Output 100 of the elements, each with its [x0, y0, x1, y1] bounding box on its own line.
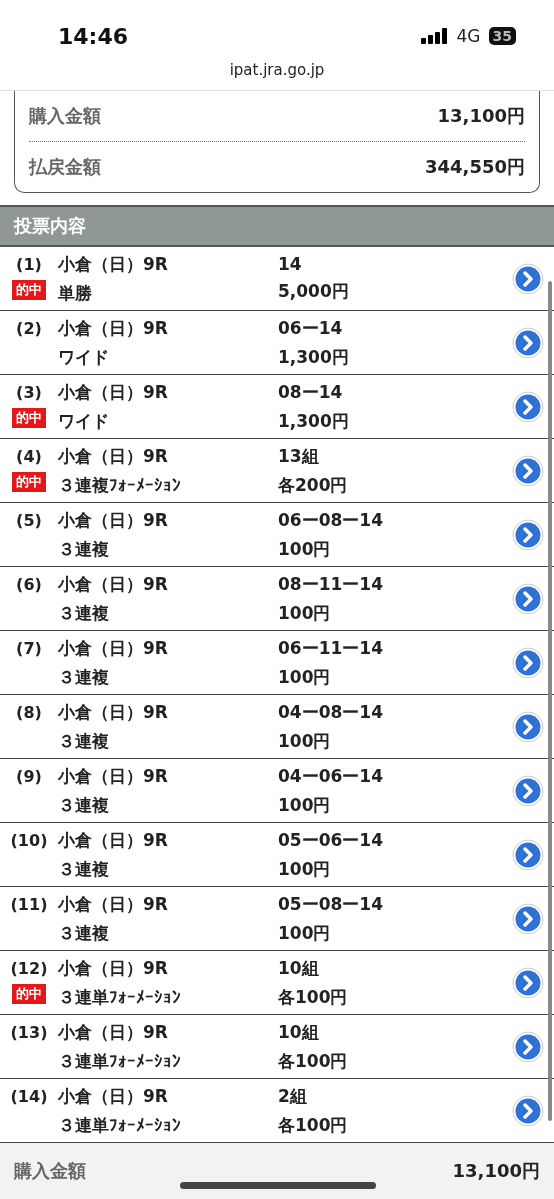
summary-label: 購入金額	[29, 104, 101, 128]
race-name: 小倉（日）9R	[58, 572, 169, 596]
race-name: 小倉（日）9R	[58, 316, 169, 340]
hit-badge: 的中	[12, 983, 46, 1004]
summary-value: 344,550円	[425, 155, 525, 179]
race-name: 小倉（日）9R	[58, 1084, 169, 1108]
signal-icon	[420, 28, 449, 44]
chevron-icon[interactable]	[512, 454, 544, 487]
bet-amount: 100円	[278, 729, 332, 753]
bet-number: (4)	[16, 446, 42, 466]
bet-numbers: 08ー14	[278, 380, 344, 404]
bet-number: (6)	[16, 574, 42, 594]
hit-badge: 的中	[12, 471, 46, 492]
bet-type: ３連単ﾌｫｰﾒｰｼｮﾝ	[58, 1113, 182, 1137]
race-name: 小倉（日）9R	[58, 1020, 169, 1044]
bet-amount: 各100円	[278, 985, 349, 1009]
chevron-icon[interactable]	[512, 710, 544, 743]
bet-number: (11)	[10, 894, 48, 914]
bet-amount: 100円	[278, 857, 332, 881]
bet-type: ３連単ﾌｫｰﾒｰｼｮﾝ	[58, 985, 182, 1009]
bet-number: (1)	[16, 254, 42, 274]
url-text[interactable]: ipat.jra.go.jp	[0, 58, 554, 91]
chevron-icon[interactable]	[512, 774, 544, 807]
race-name: 小倉（日）9R	[58, 636, 169, 660]
chevron-icon[interactable]	[512, 262, 544, 295]
race-name: 小倉（日）9R	[58, 444, 169, 468]
bet-amount: 100円	[278, 793, 332, 817]
bet-numbers: 06ー14	[278, 316, 344, 340]
bet-amount: 5,000円	[278, 280, 350, 303]
bet-number: (5)	[16, 510, 42, 530]
bet-number: (7)	[16, 638, 42, 658]
bet-number: (8)	[16, 702, 42, 722]
hit-badge: 的中	[12, 279, 46, 300]
bet-number: (9)	[16, 766, 42, 786]
chevron-icon[interactable]	[512, 646, 544, 679]
chevron-icon[interactable]	[512, 390, 544, 423]
bet-type: ３連単ﾌｫｰﾒｰｼｮﾝ	[58, 1049, 182, 1073]
bet-type: ワイド	[58, 409, 110, 433]
bet-number: (14)	[10, 1086, 48, 1106]
bet-type: ワイド	[58, 345, 110, 369]
race-name: 小倉（日）9R	[58, 892, 169, 916]
race-name: 小倉（日）9R	[58, 764, 169, 788]
battery-level: 35	[488, 27, 516, 45]
bet-numbers: 10組	[278, 956, 320, 980]
bet-numbers: 05ー06ー14	[278, 828, 384, 852]
summary-label: 払戻金額	[29, 155, 101, 179]
bet-amount: 100円	[278, 537, 332, 561]
bet-numbers: 10組	[278, 1020, 320, 1044]
chevron-icon[interactable]	[512, 838, 544, 871]
hit-badge: 的中	[12, 407, 46, 428]
section-title: 投票内容	[14, 214, 86, 238]
race-name: 小倉（日）9R	[58, 956, 169, 980]
bet-type: ３連複	[58, 921, 110, 945]
race-name: 小倉（日）9R	[58, 380, 169, 404]
bet-number: (12)	[10, 958, 48, 978]
chevron-icon[interactable]	[512, 326, 544, 359]
bet-type: ３連複	[58, 793, 110, 817]
bet-amount: 1,300円	[278, 345, 350, 369]
chevron-icon[interactable]	[512, 966, 544, 999]
footer-value: 13,100円	[452, 1159, 540, 1183]
bet-amount: 1,300円	[278, 409, 350, 433]
bet-numbers: 2組	[278, 1084, 308, 1108]
bet-type: ３連複	[58, 601, 110, 625]
status-time: 14:46	[58, 23, 129, 49]
bet-numbers: 14	[278, 254, 303, 274]
bet-numbers: 05ー08ー14	[278, 892, 384, 916]
bet-amount: 100円	[278, 921, 332, 945]
bet-number: (13)	[10, 1022, 48, 1042]
bet-type: ３連複ﾌｫｰﾒｰｼｮﾝ	[58, 473, 182, 497]
bet-numbers: 04ー08ー14	[278, 700, 384, 724]
chevron-icon[interactable]	[512, 582, 544, 615]
network-label: 4G	[456, 26, 481, 46]
race-name: 小倉（日）9R	[58, 700, 169, 724]
bet-number: (2)	[16, 318, 42, 338]
chevron-icon[interactable]	[512, 1030, 544, 1063]
bet-numbers: 13組	[278, 444, 320, 468]
chevron-icon[interactable]	[512, 1094, 544, 1127]
race-name: 小倉（日）9R	[58, 508, 169, 532]
bet-type: ３連複	[58, 857, 110, 881]
chevron-icon[interactable]	[512, 518, 544, 551]
bet-amount: 100円	[278, 601, 332, 625]
bet-type: ３連複	[58, 729, 110, 753]
bet-type: ３連複	[58, 537, 110, 561]
bet-amount: 100円	[278, 665, 332, 689]
bet-amount: 各100円	[278, 1049, 349, 1073]
bet-number: (3)	[16, 382, 42, 402]
race-name: 小倉（日）9R	[58, 252, 169, 276]
bet-numbers: 06ー11ー14	[278, 636, 384, 660]
bet-type: 単勝	[58, 281, 93, 305]
bet-numbers: 08ー11ー14	[278, 572, 384, 596]
summary-value: 13,100円	[437, 104, 525, 128]
bet-number: (10)	[10, 830, 48, 850]
bet-type: ３連複	[58, 665, 110, 689]
bet-numbers: 04ー06ー14	[278, 764, 384, 788]
footer-label: 購入金額	[14, 1159, 86, 1183]
chevron-icon[interactable]	[512, 902, 544, 935]
bet-amount: 各100円	[278, 1113, 349, 1137]
bet-numbers: 06ー08ー14	[278, 508, 384, 532]
race-name: 小倉（日）9R	[58, 828, 169, 852]
bet-amount: 各200円	[278, 473, 349, 497]
